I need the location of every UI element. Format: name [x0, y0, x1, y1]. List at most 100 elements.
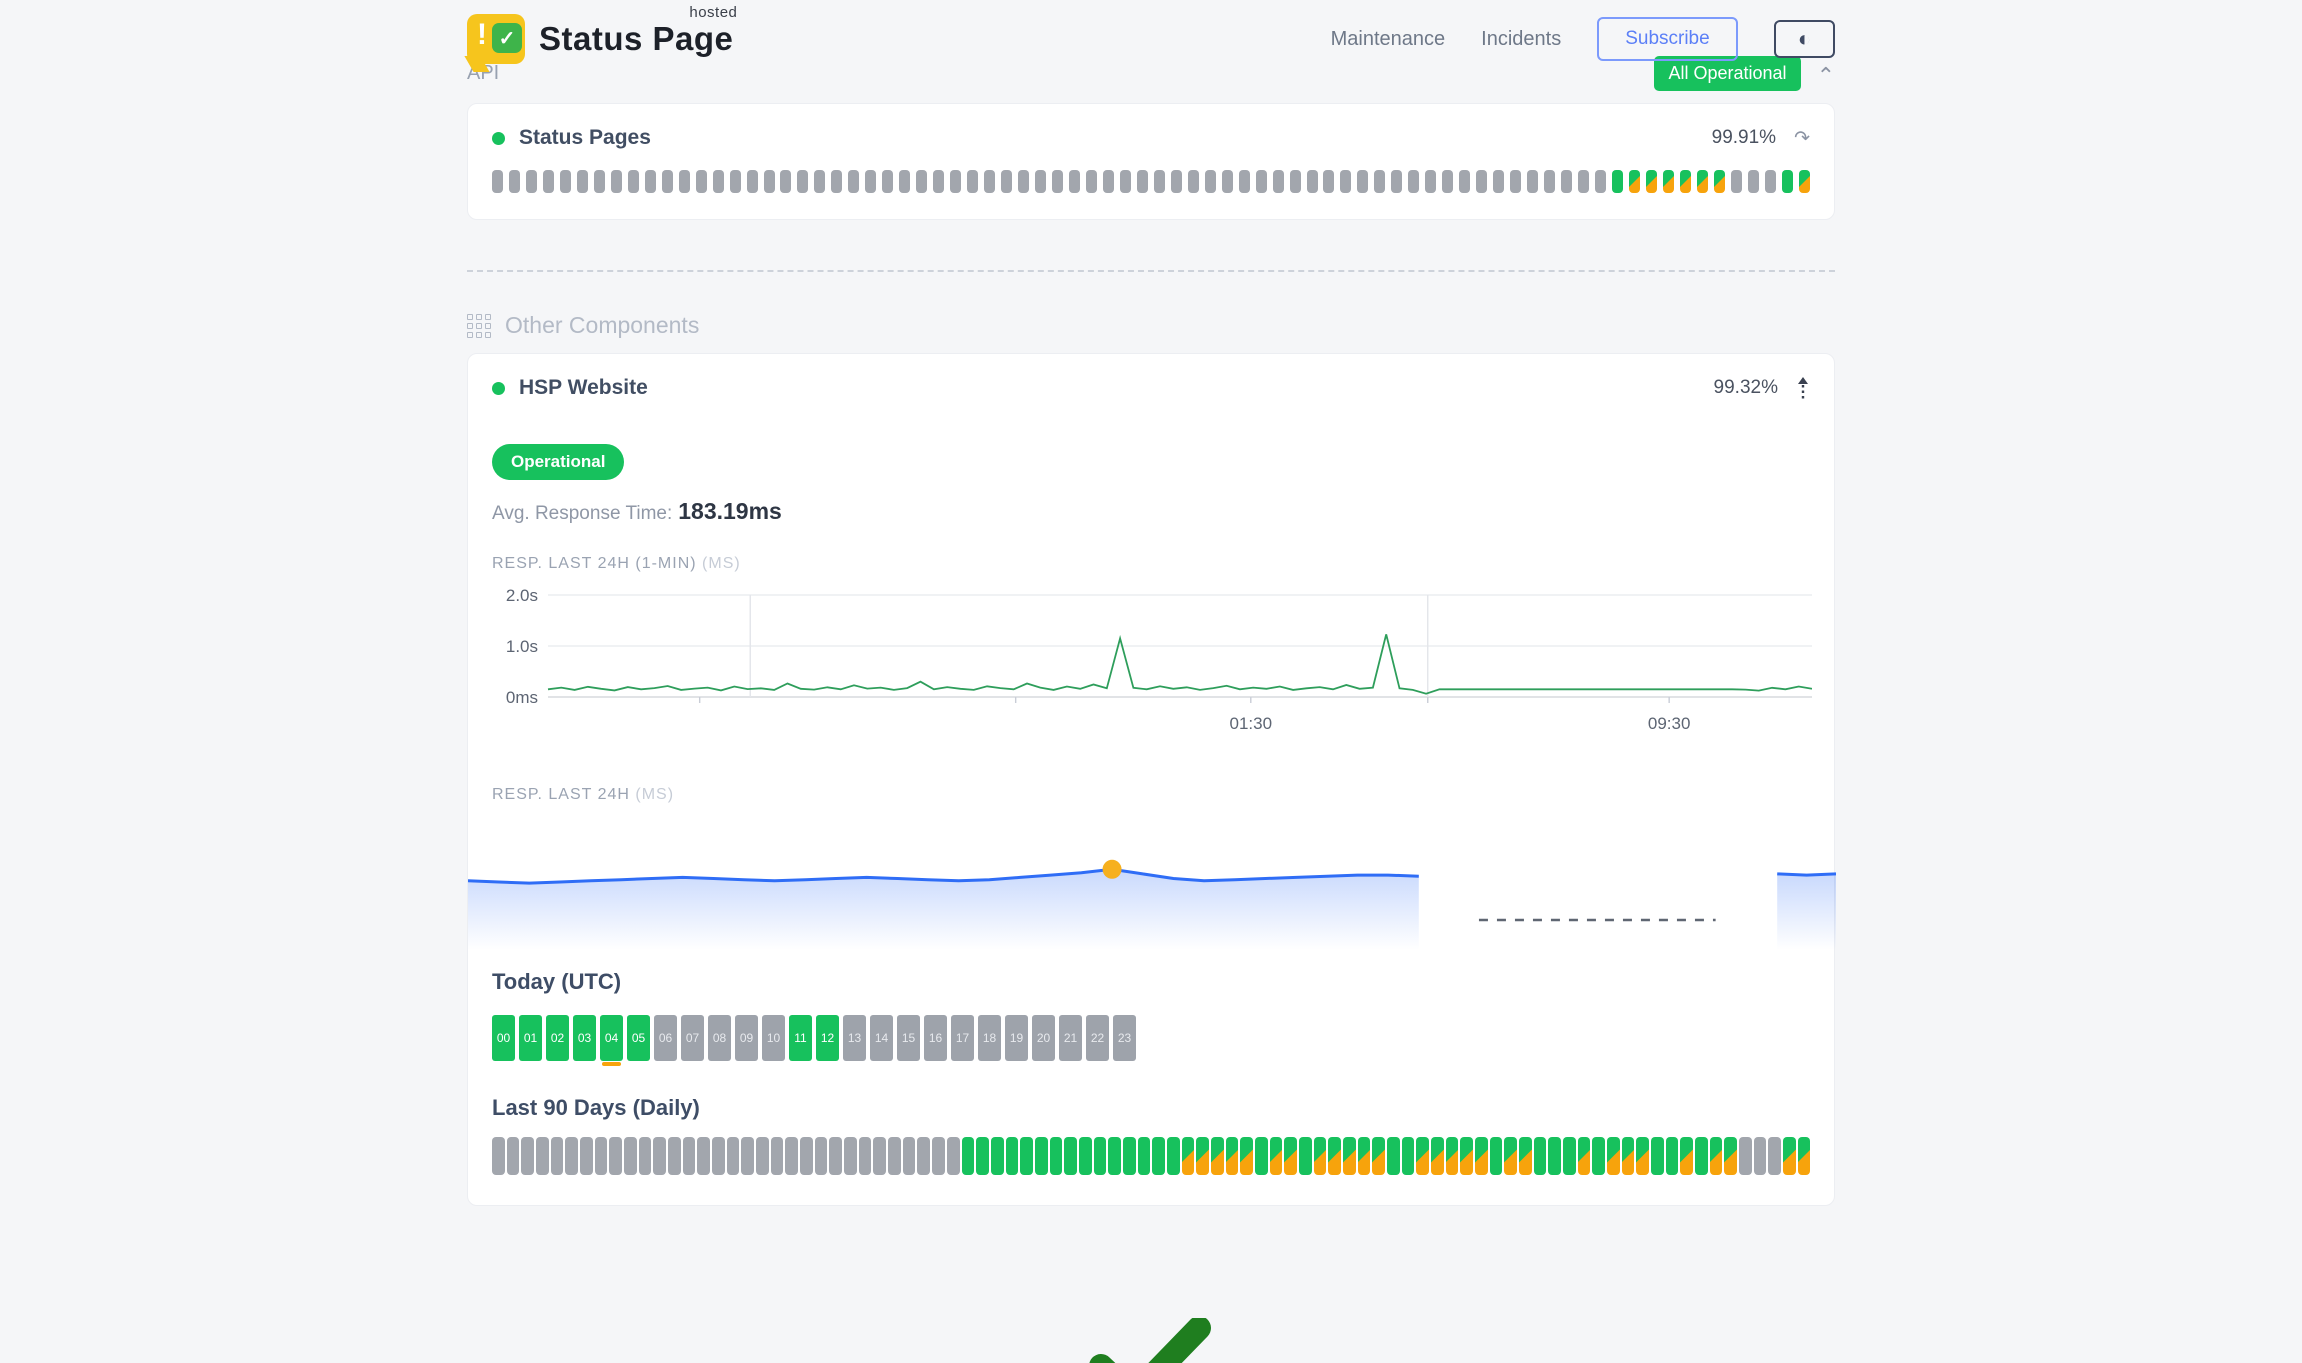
uptime-segment [560, 170, 571, 193]
uptime-segment [628, 170, 639, 193]
theme-contrast-icon: ◐ [1798, 26, 1811, 51]
day-segment [1724, 1137, 1737, 1175]
other-components-card: HSP Website 99.32% Operational Avg. Resp… [467, 353, 1835, 1206]
uptime-percent: 99.32% [1714, 377, 1778, 399]
day-segment [1328, 1137, 1341, 1175]
day-segment [624, 1137, 637, 1175]
uptime-percent: 99.91% [1712, 127, 1776, 149]
day-segment [1519, 1137, 1532, 1175]
hour-block-08: 08 [708, 1015, 731, 1061]
uptime-segment [1137, 170, 1148, 193]
day-segment [697, 1137, 710, 1175]
day-segment [1460, 1137, 1473, 1175]
uptime-segment [1782, 170, 1793, 193]
uptime-segment [814, 170, 825, 193]
hour-block-03: 03 [573, 1015, 596, 1061]
uptime-segment [662, 170, 673, 193]
theme-toggle-button[interactable]: ◐ [1774, 20, 1835, 58]
hour-block-02: 02 [546, 1015, 569, 1061]
uptime-segment [730, 170, 741, 193]
day-segment [1182, 1137, 1195, 1175]
uptime-segment [1425, 170, 1436, 193]
day-segment [727, 1137, 740, 1175]
uptime-segment [831, 170, 842, 193]
hour-block-19: 19 [1005, 1015, 1028, 1061]
subscribe-button[interactable]: Subscribe [1597, 17, 1738, 61]
brand-logo-icon: ! ✓ [467, 14, 525, 64]
day-segment [653, 1137, 666, 1175]
svg-text:1.0s: 1.0s [506, 637, 538, 656]
hour-block-09: 09 [735, 1015, 758, 1061]
day-segment [1064, 1137, 1077, 1175]
day-segment [609, 1137, 622, 1175]
hour-block-07: 07 [681, 1015, 704, 1061]
uptime-segment [1510, 170, 1521, 193]
day-segment [947, 1137, 960, 1175]
component-status-pages: Status Pages [492, 126, 651, 150]
uptime-segment [679, 170, 690, 193]
svg-text:09:30: 09:30 [1648, 714, 1691, 733]
uptime-segment [1748, 170, 1759, 193]
day-segment [1592, 1137, 1605, 1175]
hour-block-21: 21 [1059, 1015, 1082, 1061]
uptime-segment [1052, 170, 1063, 193]
uptime-segment [916, 170, 927, 193]
uptime-segment [1374, 170, 1385, 193]
uptime-segment [899, 170, 910, 193]
uptime-segment [950, 170, 961, 193]
exclamation-icon: ! [477, 18, 487, 52]
day-segment [1710, 1137, 1723, 1175]
hour-block-17: 17 [951, 1015, 974, 1061]
last90-title: Last 90 Days (Daily) [492, 1095, 1810, 1121]
hour-block-18: 18 [978, 1015, 1001, 1061]
day-segment [1387, 1137, 1400, 1175]
day-segment [976, 1137, 989, 1175]
uptime-segment [1307, 170, 1318, 193]
brand: ! ✓ Status Page hosted [467, 14, 733, 64]
day-segment [1108, 1137, 1121, 1175]
uptime-segment [1120, 170, 1131, 193]
day-segment [1314, 1137, 1327, 1175]
day-segment [1622, 1137, 1635, 1175]
response-area-chart [468, 818, 1834, 955]
nav-incidents[interactable]: Incidents [1481, 28, 1561, 51]
hour-block-05: 05 [627, 1015, 650, 1061]
day-segment [962, 1137, 975, 1175]
uptime-segment [1646, 170, 1657, 193]
day-segment [859, 1137, 872, 1175]
uptime-segment [526, 170, 537, 193]
chart-marker-dot [1103, 860, 1122, 879]
uptime-segment [1561, 170, 1572, 193]
day-segment [1138, 1137, 1151, 1175]
uptime-segment [1595, 170, 1606, 193]
component-hsp-website: HSP Website [492, 376, 648, 400]
day-segment [580, 1137, 593, 1175]
hour-block-06: 06 [654, 1015, 677, 1061]
day-segment [1123, 1137, 1136, 1175]
uptime-segment [594, 170, 605, 193]
day-segment [1372, 1137, 1385, 1175]
day-segment [844, 1137, 857, 1175]
uptime-segment [543, 170, 554, 193]
refresh-icon[interactable]: ↷ [1794, 127, 1810, 150]
uptime-segment [1154, 170, 1165, 193]
day-segment [1607, 1137, 1620, 1175]
uptime-segment [577, 170, 588, 193]
day-segment [1666, 1137, 1679, 1175]
day-segment [1094, 1137, 1107, 1175]
uptime-segment [696, 170, 707, 193]
nav-maintenance[interactable]: Maintenance [1331, 28, 1446, 51]
day-segment [917, 1137, 930, 1175]
uptime-segment [1578, 170, 1589, 193]
today-title: Today (UTC) [492, 969, 1810, 995]
uptime-segment [492, 170, 503, 193]
day-segment [756, 1137, 769, 1175]
uptime-segment [1663, 170, 1674, 193]
day-segment [507, 1137, 520, 1175]
day-segment [1196, 1137, 1209, 1175]
day-segment [1475, 1137, 1488, 1175]
uptime-segment [1188, 170, 1199, 193]
uptime-segment [1612, 170, 1623, 193]
uptime-segment [1442, 170, 1453, 193]
uptime-segment [747, 170, 758, 193]
